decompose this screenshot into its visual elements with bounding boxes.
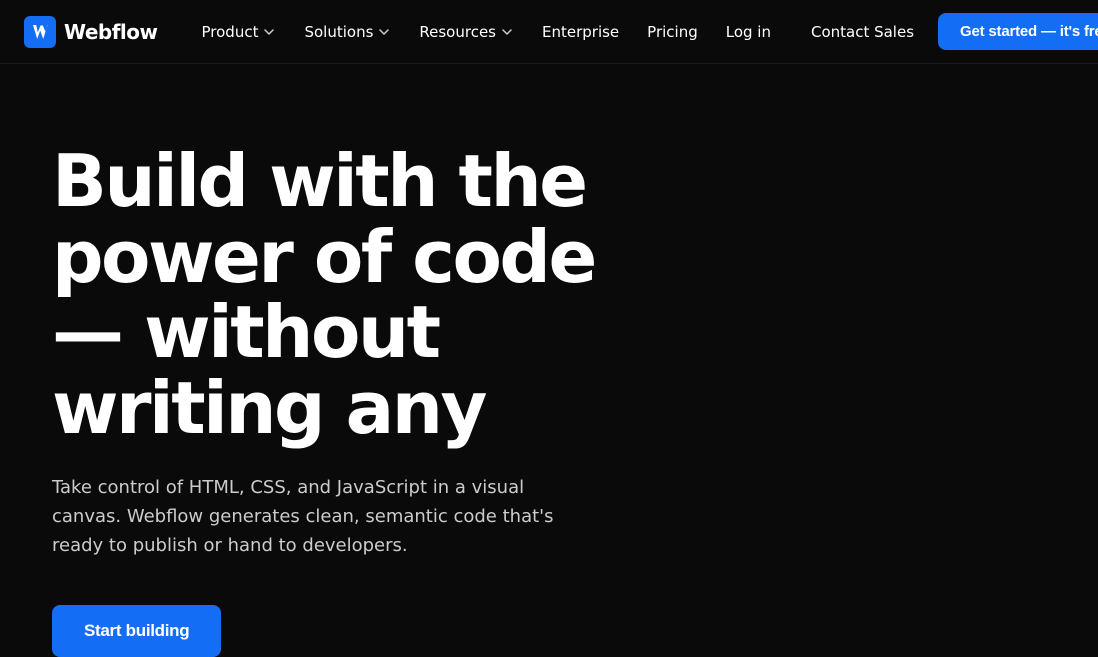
nav-item-pricing[interactable]: Pricing — [635, 15, 710, 49]
nav-label-solutions: Solutions — [304, 23, 373, 41]
logo-text: Webflow — [64, 20, 158, 44]
nav-right: Log in Contact Sales Get started — it's … — [710, 13, 1098, 50]
contact-sales-button[interactable]: Contact Sales — [795, 15, 930, 49]
nav-label-enterprise: Enterprise — [542, 23, 619, 41]
navbar: Webflow Product Solutions Resources Ente… — [0, 0, 1098, 64]
logo-link[interactable]: Webflow — [24, 16, 158, 48]
get-started-button[interactable]: Get started — it's free — [938, 13, 1098, 50]
nav-item-solutions[interactable]: Solutions — [292, 15, 403, 49]
nav-item-product[interactable]: Product — [190, 15, 289, 49]
hero-title: Build with the power of code — without w… — [52, 144, 668, 446]
chevron-down-icon — [377, 25, 391, 39]
nav-label-pricing: Pricing — [647, 23, 698, 41]
nav-links: Product Solutions Resources Enterprise P… — [190, 15, 710, 49]
hero-section: Build with the power of code — without w… — [0, 64, 720, 657]
chevron-down-icon — [500, 25, 514, 39]
login-button[interactable]: Log in — [710, 15, 787, 49]
nav-item-enterprise[interactable]: Enterprise — [530, 15, 631, 49]
start-building-button[interactable]: Start building — [52, 605, 221, 657]
webflow-logo-icon — [24, 16, 56, 48]
nav-label-resources: Resources — [419, 23, 496, 41]
nav-label-product: Product — [202, 23, 259, 41]
chevron-down-icon — [262, 25, 276, 39]
hero-subtitle: Take control of HTML, CSS, and JavaScrip… — [52, 474, 592, 560]
nav-item-resources[interactable]: Resources — [407, 15, 526, 49]
